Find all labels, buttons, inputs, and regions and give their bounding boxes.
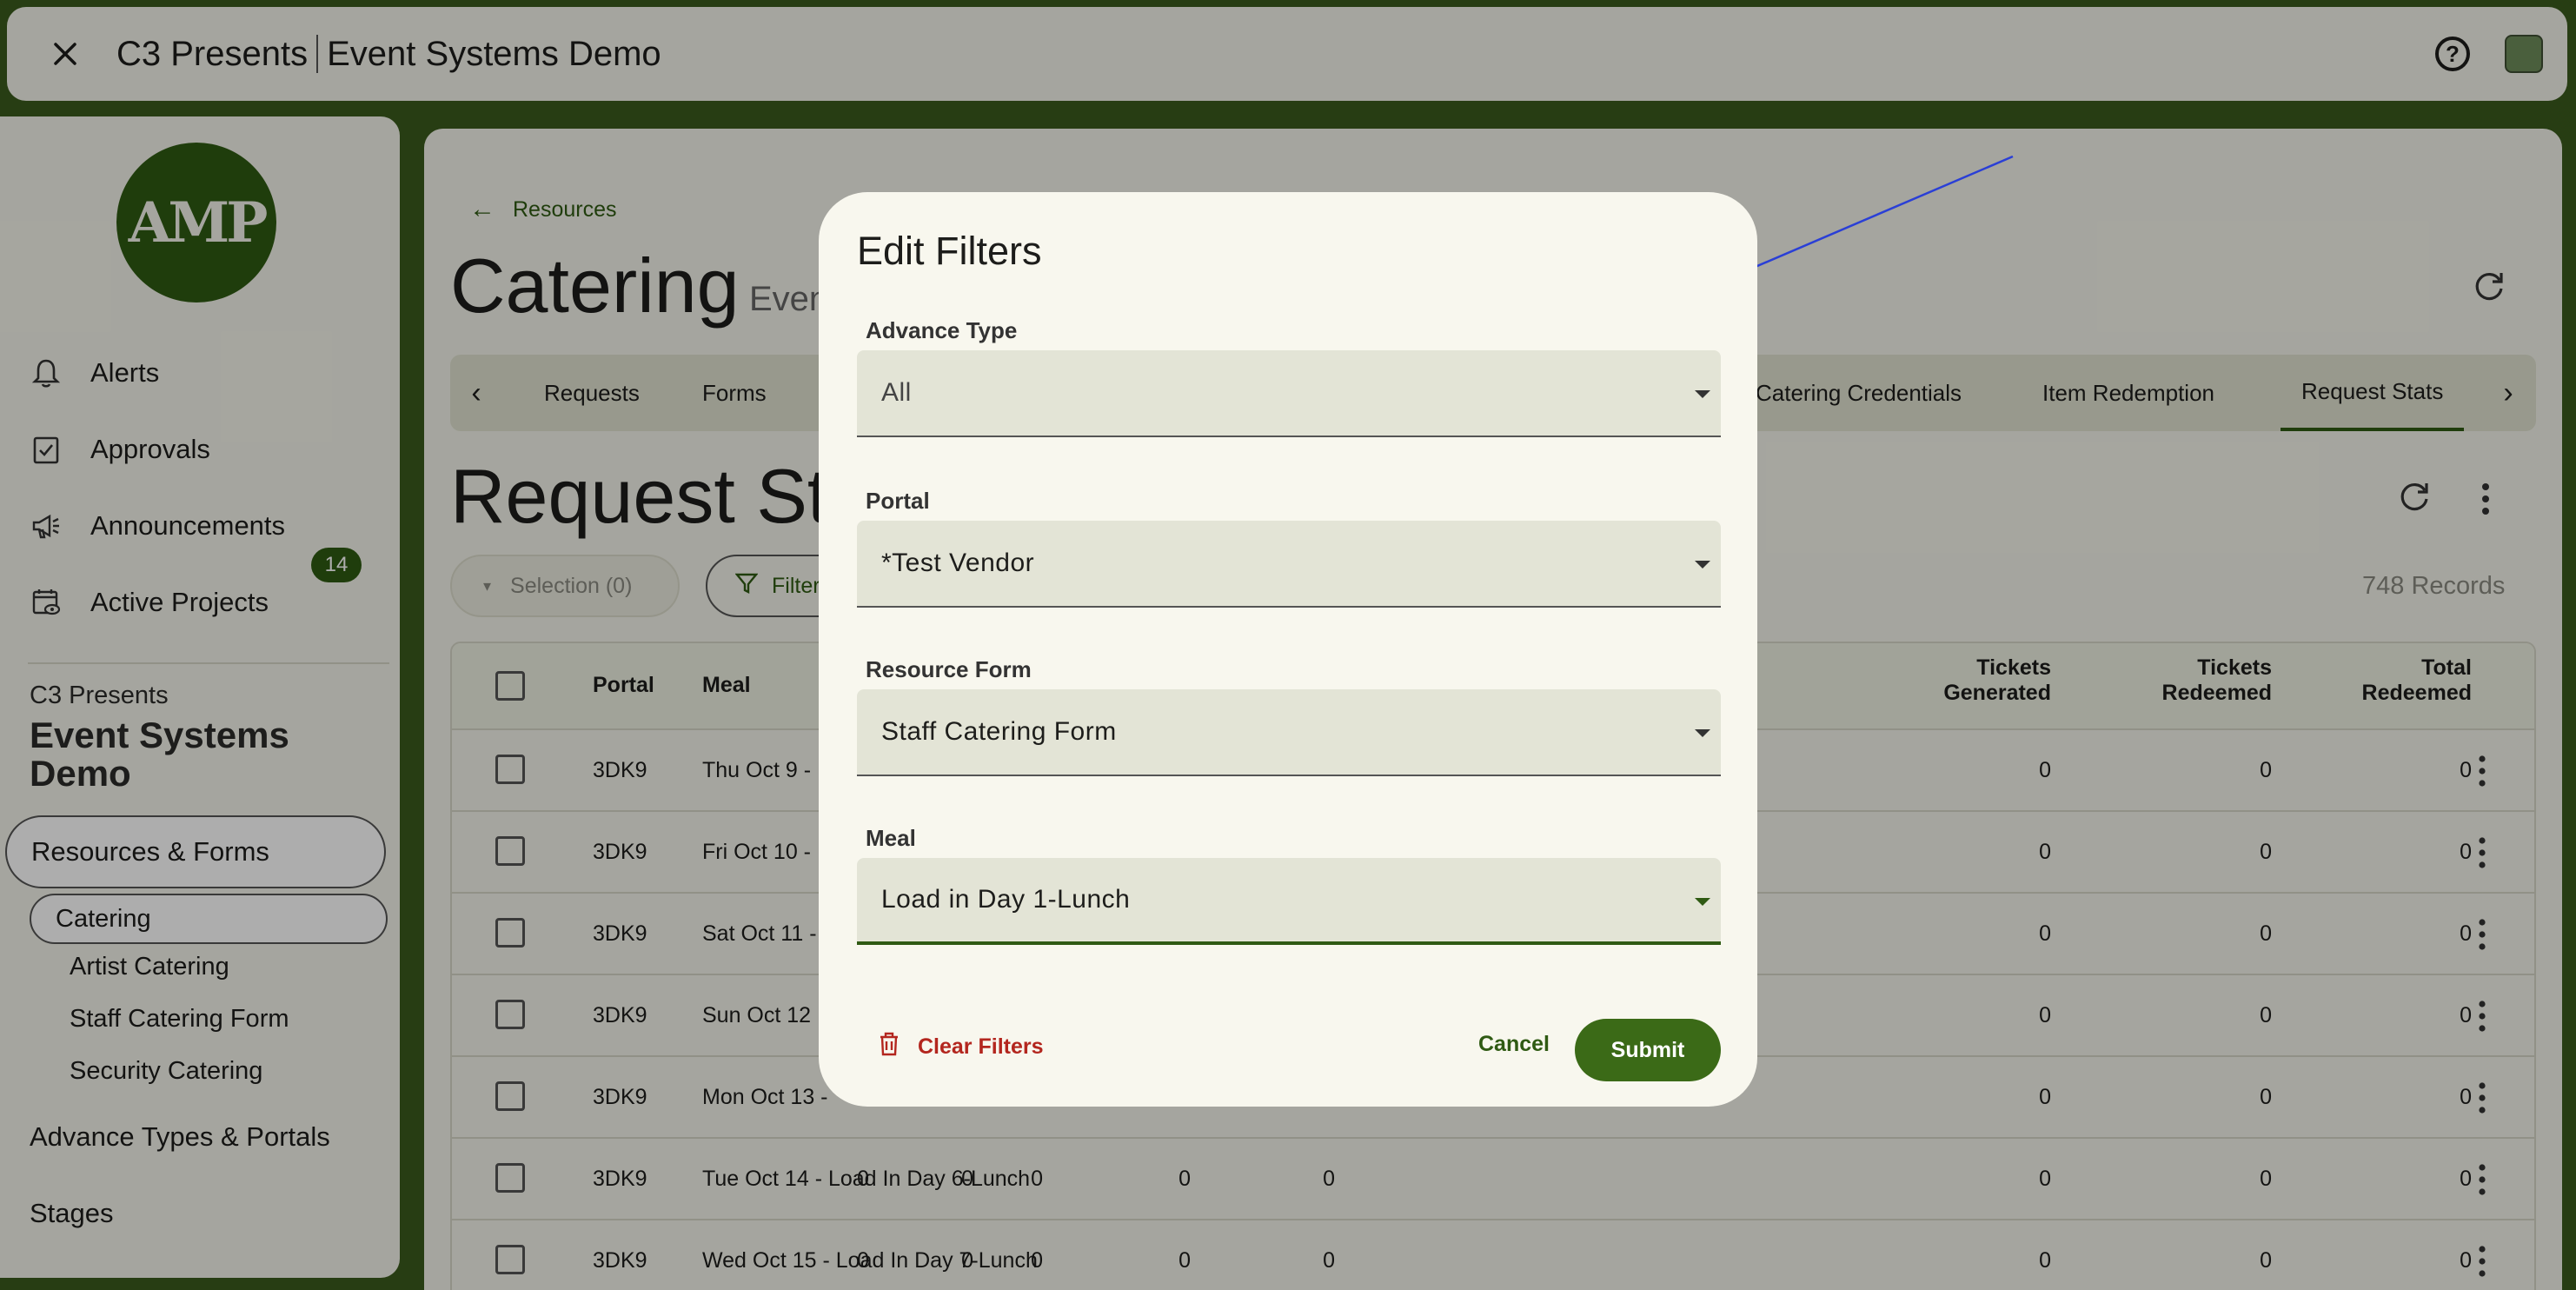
- submit-button[interactable]: Submit: [1575, 1019, 1721, 1081]
- trash-icon: [878, 1032, 900, 1062]
- caret-down-icon: [1695, 561, 1710, 569]
- dialog-title: Edit Filters: [857, 229, 1042, 273]
- advance-type-label: Advance Type: [866, 317, 1018, 343]
- meal-value: Load in Day 1-Lunch: [881, 885, 1131, 914]
- cancel-button[interactable]: Cancel: [1471, 1027, 1557, 1061]
- portal-value: *Test Vendor: [881, 549, 1035, 577]
- advance-type-select[interactable]: All: [857, 350, 1721, 437]
- resource-form-value: Staff Catering Form: [881, 717, 1117, 746]
- resource-form-label: Resource Form: [866, 656, 1032, 682]
- meal-select[interactable]: Load in Day 1-Lunch: [857, 858, 1721, 945]
- caret-down-icon: [1695, 390, 1710, 398]
- portal-label: Portal: [866, 488, 930, 514]
- edit-filters-dialog: Edit Filters Advance Type All Portal *Te…: [819, 192, 1757, 1107]
- portal-select[interactable]: *Test Vendor: [857, 521, 1721, 608]
- caret-down-icon: [1695, 729, 1710, 737]
- meal-label: Meal: [866, 825, 916, 851]
- resource-form-select[interactable]: Staff Catering Form: [857, 689, 1721, 776]
- caret-down-icon: [1695, 898, 1710, 906]
- advance-type-value: All: [881, 378, 912, 407]
- clear-filters-label: Clear Filters: [918, 1034, 1044, 1059]
- clear-filters-button[interactable]: Clear Filters: [878, 1032, 1044, 1062]
